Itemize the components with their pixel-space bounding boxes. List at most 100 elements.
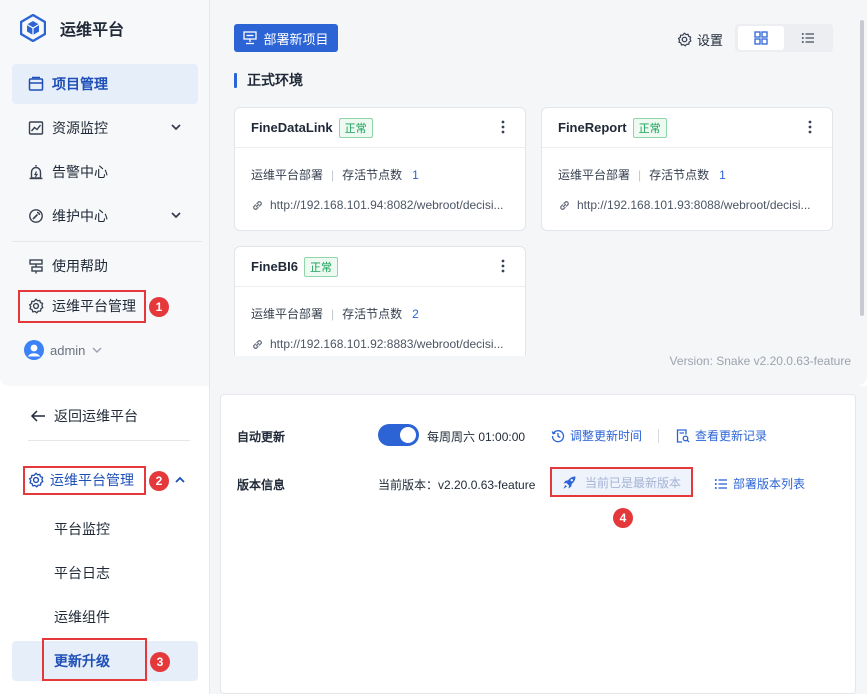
update-panel: 自动更新 每周周六 01:00:00 调整更新时间 查看更新记录 版本信息 当前… <box>220 394 856 694</box>
nodes-count: 2 <box>412 306 419 321</box>
card-title: FineReport <box>558 120 627 135</box>
list-icon <box>714 477 728 491</box>
back-to-platform-link[interactable]: 返回运维平台 <box>30 406 138 426</box>
current-version: 当前版本：v2.20.0.63-feature <box>378 478 536 492</box>
adjust-update-time-label: 调整更新时间 <box>570 429 643 443</box>
sidebar-item-label: 维护中心 <box>52 208 108 224</box>
card-url-row[interactable]: http://192.168.101.92:8883/webroot/decis… <box>251 337 513 351</box>
status-badge: 正常 <box>303 256 338 277</box>
deploy-new-project-button[interactable]: 部署新项目 <box>234 24 338 52</box>
separator: | <box>331 306 335 321</box>
grid-view-button[interactable] <box>738 26 784 50</box>
brand: 运维平台 <box>20 14 124 42</box>
sidebar-item-maintenance-center[interactable]: 维护中心 <box>12 196 198 236</box>
platform-logo-icon <box>20 14 46 42</box>
version-info-label: 版本信息 <box>237 478 286 492</box>
card-url[interactable]: http://192.168.101.92:8883/webroot/decis… <box>270 337 504 351</box>
sidebar-divider <box>12 241 202 242</box>
highlight-box <box>18 290 146 323</box>
step-badge: 1 <box>149 297 169 317</box>
sidebar-item-platform-log[interactable]: 平台日志 <box>12 553 198 593</box>
deploy-new-project-label: 部署新项目 <box>263 31 329 47</box>
sidebar-item-label: 告警中心 <box>52 164 108 180</box>
highlight-box <box>42 638 147 681</box>
view-toggle <box>735 24 833 52</box>
deploy-source: 运维平台部署 <box>251 168 324 182</box>
clock-history-icon <box>551 429 565 443</box>
card-title: FineBI6 <box>251 259 298 274</box>
sidebar: 运维平台 项目管理 资源监控 告警中心 维护中心 使用帮助 运维平台管理 1 a… <box>0 0 210 386</box>
highlight-box <box>23 466 146 495</box>
card-info-row: 运维平台部署 | 存活节点数 1 <box>251 166 419 183</box>
sidebar-item-label: 项目管理 <box>52 76 108 92</box>
project-card[interactable]: FineBI6 正常 运维平台部署 | 存活节点数 2 http://192.1… <box>234 246 526 356</box>
already-latest-label: 当前已是最新版本 <box>584 475 681 490</box>
sidebar-item-resource-monitor[interactable]: 资源监控 <box>12 108 198 148</box>
card-url-row[interactable]: http://192.168.101.94:8082/webroot/decis… <box>251 198 513 212</box>
deploy-source: 运维平台部署 <box>251 307 324 321</box>
chevron-down-icon[interactable] <box>170 209 182 221</box>
adjust-update-time-link[interactable]: 调整更新时间 <box>551 427 642 444</box>
deploy-version-list-link[interactable]: 部署版本列表 <box>714 475 805 492</box>
card-url[interactable]: http://192.168.101.94:8082/webroot/decis… <box>270 198 504 212</box>
sidebar-item-alarm-center[interactable]: 告警中心 <box>12 152 198 192</box>
card-header: FineDataLink 正常 <box>235 108 525 148</box>
link-icon <box>251 199 264 212</box>
card-title: FineDataLink <box>251 120 333 135</box>
view-update-history-link[interactable]: 查看更新记录 <box>676 427 767 444</box>
card-info-row: 运维平台部署 | 存活节点数 1 <box>558 166 726 183</box>
update-schedule: 每周周六 01:00:00 <box>427 430 526 444</box>
sidebar-item-ops-components[interactable]: 运维组件 <box>12 597 198 637</box>
maintenance-icon <box>28 208 44 224</box>
nodes-label: 存活节点数 <box>649 168 710 182</box>
chevron-down-icon <box>91 344 103 356</box>
sidebar-item-platform-monitor[interactable]: 平台监控 <box>12 509 198 549</box>
separator: | <box>638 167 642 182</box>
chevron-up-icon[interactable] <box>174 474 186 486</box>
arrow-left-icon <box>30 409 46 423</box>
sidebar-item-label: 资源监控 <box>52 120 108 136</box>
scrollbar[interactable] <box>860 20 864 316</box>
avatar <box>24 340 44 360</box>
toggle-knob <box>400 427 416 443</box>
sidebar-item-label: 运维组件 <box>54 609 110 625</box>
separator: | <box>331 167 335 182</box>
bottom-screenshot: 返回运维平台 运维平台管理 2 平台监控 平台日志 运维组件 更新升级 3 自动… <box>0 386 867 694</box>
auto-update-toggle[interactable] <box>378 424 419 446</box>
nodes-count: 1 <box>719 167 726 182</box>
card-url-row[interactable]: http://192.168.101.93:8088/webroot/decis… <box>558 198 820 212</box>
card-info-row: 运维平台部署 | 存活节点数 2 <box>251 305 419 322</box>
project-card[interactable]: FineDataLink 正常 运维平台部署 | 存活节点数 1 http://… <box>234 107 526 231</box>
sidebar-item-projects[interactable]: 项目管理 <box>12 64 198 104</box>
card-header: FineBI6 正常 <box>235 247 525 287</box>
status-badge: 正常 <box>632 117 667 138</box>
document-search-icon <box>676 428 690 443</box>
user-menu[interactable]: admin <box>24 340 103 360</box>
brand-title: 运维平台 <box>60 22 125 39</box>
already-latest-button[interactable]: 当前已是最新版本 <box>550 467 693 497</box>
nodes-label: 存活节点数 <box>342 307 403 321</box>
settings-button[interactable]: 设置 <box>677 30 723 49</box>
nodes-count: 1 <box>412 167 419 182</box>
link-icon <box>251 338 264 351</box>
help-icon <box>28 258 44 274</box>
sidebar-item-help[interactable]: 使用帮助 <box>12 246 198 286</box>
more-vertical-icon[interactable] <box>501 120 505 134</box>
sidebar-divider <box>28 440 190 441</box>
gear-icon <box>677 32 692 47</box>
project-card[interactable]: FineReport 正常 运维平台部署 | 存活节点数 1 http://19… <box>541 107 833 231</box>
separator <box>658 429 659 443</box>
card-url[interactable]: http://192.168.101.93:8088/webroot/decis… <box>577 198 811 212</box>
more-vertical-icon[interactable] <box>501 259 505 273</box>
step-badge: 3 <box>150 652 170 672</box>
chevron-down-icon[interactable] <box>170 121 182 133</box>
section-title: 正式环境 <box>234 70 303 90</box>
sidebar-item-label: 平台日志 <box>54 565 110 581</box>
list-view-button[interactable] <box>785 26 831 50</box>
more-vertical-icon[interactable] <box>808 120 812 134</box>
sidebar-item-label: 平台监控 <box>54 521 110 537</box>
step-badge: 2 <box>149 471 169 491</box>
version-text: Version: Snake v2.20.0.63-feature <box>669 354 851 368</box>
nodes-label: 存活节点数 <box>342 168 403 182</box>
alarm-icon <box>28 164 44 180</box>
